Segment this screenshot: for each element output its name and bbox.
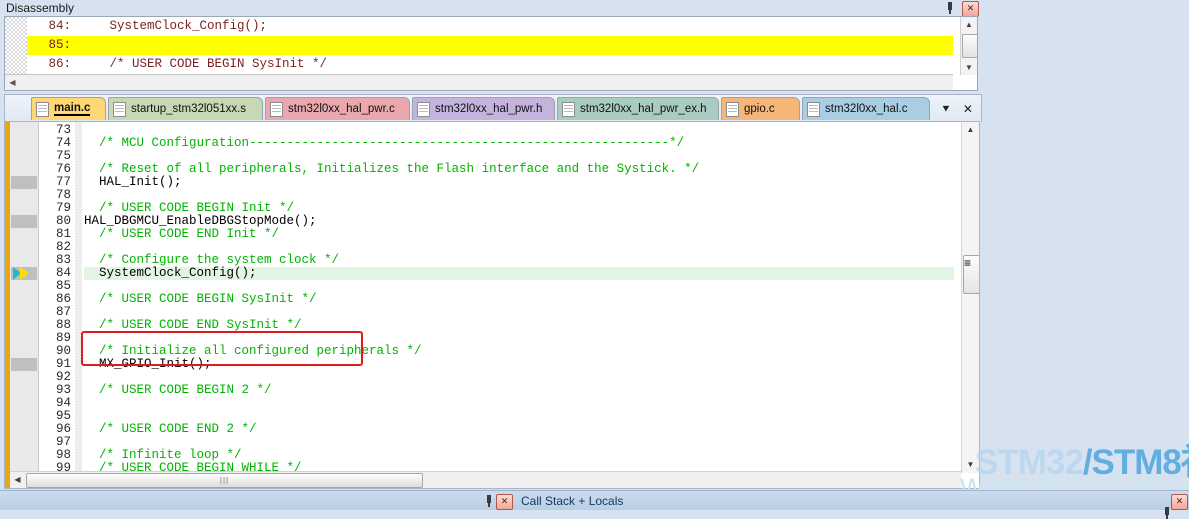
- disassembly-line[interactable]: 84: SystemClock_Config();: [27, 17, 977, 36]
- file-icon: [562, 101, 575, 117]
- editor-tab-stm32l0xx-hal-c[interactable]: stm32l0xx_hal.c: [802, 97, 930, 120]
- file-icon: [807, 101, 820, 117]
- pin-icon[interactable]: [944, 2, 956, 14]
- tab-tools: ⯆ ✕: [935, 99, 979, 119]
- editor-code-line[interactable]: /* Reset of all peripherals, Initializes…: [84, 163, 979, 176]
- editor-tab-label: main.c: [54, 102, 91, 116]
- disassembly-line[interactable]: 86: /* USER CODE BEGIN SysInit */: [27, 55, 977, 74]
- file-icon: [113, 101, 126, 117]
- editor-breakpoint-gutter[interactable]: [10, 122, 39, 488]
- editor-code-line[interactable]: /* MCU Configuration--------------------…: [84, 137, 979, 150]
- editor-code-line[interactable]: HAL_Init();: [84, 176, 979, 189]
- disassembly-vertical-scrollbar[interactable]: ▲ ▼: [960, 17, 977, 75]
- editor-tab-gpio-c[interactable]: gpio.c: [721, 97, 800, 120]
- scrollbar-thumb[interactable]: ≡: [963, 255, 979, 294]
- close-icon[interactable]: ✕: [962, 1, 979, 17]
- close-icon[interactable]: ✕: [496, 494, 513, 510]
- disassembly-horizontal-scrollbar[interactable]: ◀: [5, 74, 953, 90]
- disassembly-panel: Disassembly ✕ 84: SystemClock_Config(); 8…: [0, 0, 985, 93]
- scroll-down-icon[interactable]: ▼: [961, 60, 977, 75]
- editor-code-line[interactable]: [84, 397, 979, 410]
- editor-change-marker: [11, 215, 37, 228]
- editor-code-line[interactable]: /* USER CODE END Init */: [84, 228, 979, 241]
- editor-tab-stm32l0xx-hal-pwr-h[interactable]: stm32l0xx_hal_pwr.h: [412, 97, 555, 120]
- disassembly-line-number: 86:: [48, 57, 71, 71]
- disassembly-title: Disassembly: [6, 1, 75, 15]
- close-icon[interactable]: ✕: [963, 102, 973, 116]
- pin-icon[interactable]: [483, 495, 495, 507]
- call-stack-locals-label[interactable]: Call Stack + Locals: [521, 494, 623, 508]
- code-highlight-box: [81, 331, 363, 366]
- editor-code-line[interactable]: /* USER CODE END 2 */: [84, 423, 979, 436]
- code-editor-panel: main.c startup_stm32l051xx.s stm32l0xx_hal…: [4, 94, 982, 489]
- editor-change-marker: [11, 358, 37, 371]
- editor-code-line[interactable]: /* USER CODE BEGIN 2 */: [84, 384, 979, 397]
- editor-vertical-scrollbar[interactable]: ▲ ≡ ▼: [961, 122, 979, 473]
- editor-tab-stm32l0xx-hal-pwr-ex-h[interactable]: stm32l0xx_hal_pwr_ex.h: [557, 97, 719, 120]
- disassembly-line-text: SystemClock_Config();: [87, 19, 268, 33]
- scrollbar-thumb[interactable]: [962, 34, 977, 58]
- scroll-up-icon[interactable]: ▲: [962, 122, 979, 138]
- editor-tab-label: startup_stm32l051xx.s: [131, 103, 247, 115]
- editor-fold-strip: [75, 122, 82, 488]
- scroll-left-icon[interactable]: ◀: [6, 76, 19, 89]
- file-icon: [417, 101, 430, 117]
- editor-code-line[interactable]: SystemClock_Config();: [84, 267, 954, 280]
- editor-tab-startup-stm32l051xx-s[interactable]: startup_stm32l051xx.s: [108, 97, 263, 120]
- editor-line-numbers: 73 74 75 76 77 78 79 80 81 82 83 84 85 86 87 88 89 90 91 92…: [39, 122, 75, 488]
- file-icon: [36, 101, 49, 117]
- execution-pointer-icon: [11, 267, 37, 280]
- disassembly-gutter[interactable]: [5, 17, 27, 75]
- editor-tab-main-c[interactable]: main.c: [31, 97, 106, 120]
- chevron-down-icon[interactable]: ⯆: [941, 102, 951, 117]
- disassembly-body: 84: SystemClock_Config(); 85: 86: /* USER …: [4, 16, 978, 91]
- watermark-text-c: 社区: [1181, 443, 1189, 482]
- editor-tab-label: stm32l0xx_hal_pwr_ex.h: [580, 103, 707, 115]
- editor-tab-bar: main.c startup_stm32l051xx.s stm32l0xx_hal…: [4, 94, 982, 122]
- editor-code-text[interactable]: /* MCU Configuration--------------------…: [84, 122, 979, 488]
- editor-code-line[interactable]: /* USER CODE BEGIN SysInit */: [84, 293, 979, 306]
- editor-tab-label: gpio.c: [744, 103, 775, 115]
- disassembly-line-text: /* USER CODE BEGIN SysInit */: [87, 57, 328, 71]
- editor-tab-label: stm32l0xx_hal_pwr.c: [288, 103, 395, 115]
- disassembly-line[interactable]: 85:: [27, 36, 953, 55]
- editor-tab-stm32l0xx-hal-pwr-c[interactable]: stm32l0xx_hal_pwr.c: [265, 97, 410, 120]
- scroll-up-icon[interactable]: ▲: [961, 17, 977, 32]
- scroll-left-icon[interactable]: ◀: [11, 473, 24, 486]
- code-area[interactable]: 73 74 75 76 77 78 79 80 81 82 83 84 85 86 87 88 89 90 91 92…: [4, 121, 980, 489]
- editor-tab-label: stm32l0xx_hal_pwr.h: [435, 103, 543, 115]
- editor-change-marker: [11, 176, 37, 189]
- disassembly-line-number: 84:: [48, 19, 71, 33]
- disassembly-line-number: 85:: [48, 38, 71, 52]
- file-icon: [270, 101, 283, 117]
- editor-tab-label: stm32l0xx_hal.c: [825, 103, 908, 115]
- editor-horizontal-scrollbar[interactable]: ◀ |||: [10, 471, 961, 488]
- close-icon[interactable]: ✕: [1171, 494, 1188, 510]
- dbgmcu-panel: DBGMCU ✕ ▼ Property Value IDCODE+0x10086…: [985, 0, 1189, 509]
- scrollbar-thumb[interactable]: |||: [26, 473, 423, 488]
- bottom-status-bar: ✕ Call Stack + Locals ✕: [0, 490, 1189, 519]
- file-icon: [726, 101, 739, 117]
